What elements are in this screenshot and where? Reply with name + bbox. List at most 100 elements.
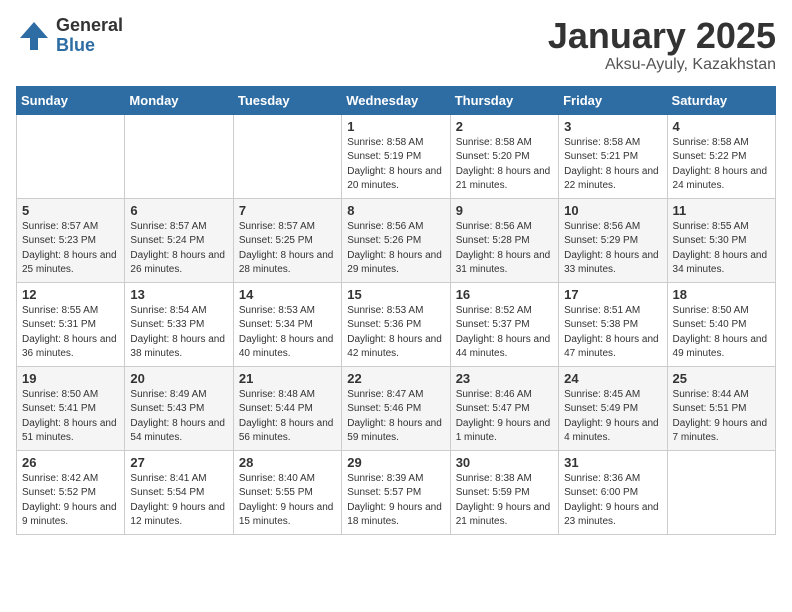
- day-info: Sunrise: 8:39 AM Sunset: 5:57 PM Dayligh…: [347, 472, 444, 530]
- calendar-cell: 20 Sunrise: 8:49 AM Sunset: 5:43 PM Dayli…: [125, 366, 233, 450]
- calendar-cell: 18 Sunrise: 8:50 AM Sunset: 5:40 PM Dayli…: [667, 282, 775, 366]
- day-number: 20: [130, 371, 227, 386]
- calendar-cell: 21 Sunrise: 8:48 AM Sunset: 5:44 PM Dayli…: [233, 366, 341, 450]
- calendar-cell: 16 Sunrise: 8:52 AM Sunset: 5:37 PM Dayli…: [450, 282, 558, 366]
- calendar-cell: 19Sunrise: 8:50 AM Sunset: 5:41 PM Dayli…: [17, 366, 125, 450]
- day-number: 11: [673, 203, 770, 218]
- day-number: 8: [347, 203, 444, 218]
- day-number: 19: [22, 371, 119, 386]
- calendar-cell: 5 Sunrise: 8:57 AM Sunset: 5:23 PM Daylig…: [17, 198, 125, 282]
- calendar-cell: 10 Sunrise: 8:56 AM Sunset: 5:29 PM Dayli…: [559, 198, 667, 282]
- day-info: Sunrise: 8:47 AM Sunset: 5:46 PM Dayligh…: [347, 388, 444, 446]
- weekday-header-friday: Friday: [559, 86, 667, 114]
- day-info: Sunrise: 8:58 AM Sunset: 5:19 PM Dayligh…: [347, 136, 444, 194]
- day-number: 16: [456, 287, 553, 302]
- day-info: Sunrise: 8:45 AM Sunset: 5:49 PM Dayligh…: [564, 388, 661, 446]
- day-number: 17: [564, 287, 661, 302]
- calendar-cell: 13 Sunrise: 8:54 AM Sunset: 5:33 PM Dayli…: [125, 282, 233, 366]
- day-info: Sunrise: 8:53 AM Sunset: 5:34 PM Dayligh…: [239, 304, 336, 362]
- day-info: Sunrise: 8:42 AM Sunset: 5:52 PM Dayligh…: [22, 472, 119, 530]
- week-row-5: 26 Sunrise: 8:42 AM Sunset: 5:52 PM Dayli…: [17, 450, 776, 534]
- calendar-cell: 12Sunrise: 8:55 AM Sunset: 5:31 PM Dayli…: [17, 282, 125, 366]
- calendar-cell: 31Sunrise: 8:36 AM Sunset: 6:00 PM Dayli…: [559, 450, 667, 534]
- day-info: Sunrise: 8:51 AM Sunset: 5:38 PM Dayligh…: [564, 304, 661, 362]
- day-number: 12: [22, 287, 119, 302]
- day-info: Sunrise: 8:56 AM Sunset: 5:29 PM Dayligh…: [564, 220, 661, 278]
- day-number: 18: [673, 287, 770, 302]
- day-number: 3: [564, 119, 661, 134]
- day-info: Sunrise: 8:41 AM Sunset: 5:54 PM Dayligh…: [130, 472, 227, 530]
- day-number: 23: [456, 371, 553, 386]
- day-number: 15: [347, 287, 444, 302]
- weekday-header-tuesday: Tuesday: [233, 86, 341, 114]
- day-number: 26: [22, 455, 119, 470]
- calendar-cell: 24 Sunrise: 8:45 AM Sunset: 5:49 PM Dayli…: [559, 366, 667, 450]
- day-info: Sunrise: 8:49 AM Sunset: 5:43 PM Dayligh…: [130, 388, 227, 446]
- day-number: 25: [673, 371, 770, 386]
- week-row-2: 5 Sunrise: 8:57 AM Sunset: 5:23 PM Daylig…: [17, 198, 776, 282]
- day-number: 21: [239, 371, 336, 386]
- calendar-cell: 9Sunrise: 8:56 AM Sunset: 5:28 PM Daylig…: [450, 198, 558, 282]
- day-number: 1: [347, 119, 444, 134]
- day-info: Sunrise: 8:57 AM Sunset: 5:24 PM Dayligh…: [130, 220, 227, 278]
- calendar-title: January 2025: [548, 16, 776, 56]
- title-block: January 2025 Aksu-Ayuly, Kazakhstan: [548, 16, 776, 74]
- day-info: Sunrise: 8:38 AM Sunset: 5:59 PM Dayligh…: [456, 472, 553, 530]
- calendar-cell: [125, 114, 233, 198]
- logo: General Blue: [16, 16, 123, 56]
- page-header: General Blue January 2025 Aksu-Ayuly, Ka…: [16, 16, 776, 74]
- day-info: Sunrise: 8:54 AM Sunset: 5:33 PM Dayligh…: [130, 304, 227, 362]
- day-number: 24: [564, 371, 661, 386]
- day-info: Sunrise: 8:56 AM Sunset: 5:26 PM Dayligh…: [347, 220, 444, 278]
- day-info: Sunrise: 8:36 AM Sunset: 6:00 PM Dayligh…: [564, 472, 661, 530]
- logo-blue-label: Blue: [56, 36, 123, 56]
- day-number: 13: [130, 287, 227, 302]
- day-info: Sunrise: 8:44 AM Sunset: 5:51 PM Dayligh…: [673, 388, 770, 446]
- day-info: Sunrise: 8:52 AM Sunset: 5:37 PM Dayligh…: [456, 304, 553, 362]
- calendar-cell: 28 Sunrise: 8:40 AM Sunset: 5:55 PM Dayli…: [233, 450, 341, 534]
- calendar-cell: 29 Sunrise: 8:39 AM Sunset: 5:57 PM Dayli…: [342, 450, 450, 534]
- week-row-3: 12Sunrise: 8:55 AM Sunset: 5:31 PM Dayli…: [17, 282, 776, 366]
- day-info: Sunrise: 8:53 AM Sunset: 5:36 PM Dayligh…: [347, 304, 444, 362]
- day-number: 9: [456, 203, 553, 218]
- logo-text: General Blue: [56, 16, 123, 56]
- day-info: Sunrise: 8:50 AM Sunset: 5:40 PM Dayligh…: [673, 304, 770, 362]
- day-number: 7: [239, 203, 336, 218]
- day-number: 10: [564, 203, 661, 218]
- weekday-header-monday: Monday: [125, 86, 233, 114]
- calendar-cell: [233, 114, 341, 198]
- day-info: Sunrise: 8:57 AM Sunset: 5:23 PM Dayligh…: [22, 220, 119, 278]
- weekday-header-sunday: Sunday: [17, 86, 125, 114]
- day-info: Sunrise: 8:57 AM Sunset: 5:25 PM Dayligh…: [239, 220, 336, 278]
- calendar-cell: 25 Sunrise: 8:44 AM Sunset: 5:51 PM Dayli…: [667, 366, 775, 450]
- day-info: Sunrise: 8:58 AM Sunset: 5:21 PM Dayligh…: [564, 136, 661, 194]
- week-row-1: 1 Sunrise: 8:58 AM Sunset: 5:19 PM Daylig…: [17, 114, 776, 198]
- day-number: 30: [456, 455, 553, 470]
- calendar-header: SundayMondayTuesdayWednesdayThursdayFrid…: [17, 86, 776, 114]
- day-number: 28: [239, 455, 336, 470]
- weekday-header-saturday: Saturday: [667, 86, 775, 114]
- day-number: 29: [347, 455, 444, 470]
- day-info: Sunrise: 8:58 AM Sunset: 5:20 PM Dayligh…: [456, 136, 553, 194]
- calendar-cell: 30 Sunrise: 8:38 AM Sunset: 5:59 PM Dayli…: [450, 450, 558, 534]
- calendar-cell: 27 Sunrise: 8:41 AM Sunset: 5:54 PM Dayli…: [125, 450, 233, 534]
- day-info: Sunrise: 8:48 AM Sunset: 5:44 PM Dayligh…: [239, 388, 336, 446]
- weekday-row: SundayMondayTuesdayWednesdayThursdayFrid…: [17, 86, 776, 114]
- day-number: 6: [130, 203, 227, 218]
- calendar-cell: 1 Sunrise: 8:58 AM Sunset: 5:19 PM Daylig…: [342, 114, 450, 198]
- calendar-cell: [667, 450, 775, 534]
- logo-general-label: General: [56, 16, 123, 36]
- calendar-subtitle: Aksu-Ayuly, Kazakhstan: [548, 56, 776, 74]
- day-number: 4: [673, 119, 770, 134]
- day-number: 14: [239, 287, 336, 302]
- calendar-cell: 8 Sunrise: 8:56 AM Sunset: 5:26 PM Daylig…: [342, 198, 450, 282]
- weekday-header-thursday: Thursday: [450, 86, 558, 114]
- calendar-cell: 7 Sunrise: 8:57 AM Sunset: 5:25 PM Daylig…: [233, 198, 341, 282]
- calendar-cell: 22 Sunrise: 8:47 AM Sunset: 5:46 PM Dayli…: [342, 366, 450, 450]
- calendar-cell: 3 Sunrise: 8:58 AM Sunset: 5:21 PM Daylig…: [559, 114, 667, 198]
- calendar-cell: 23Sunrise: 8:46 AM Sunset: 5:47 PM Dayli…: [450, 366, 558, 450]
- day-info: Sunrise: 8:40 AM Sunset: 5:55 PM Dayligh…: [239, 472, 336, 530]
- day-number: 27: [130, 455, 227, 470]
- day-number: 22: [347, 371, 444, 386]
- day-number: 5: [22, 203, 119, 218]
